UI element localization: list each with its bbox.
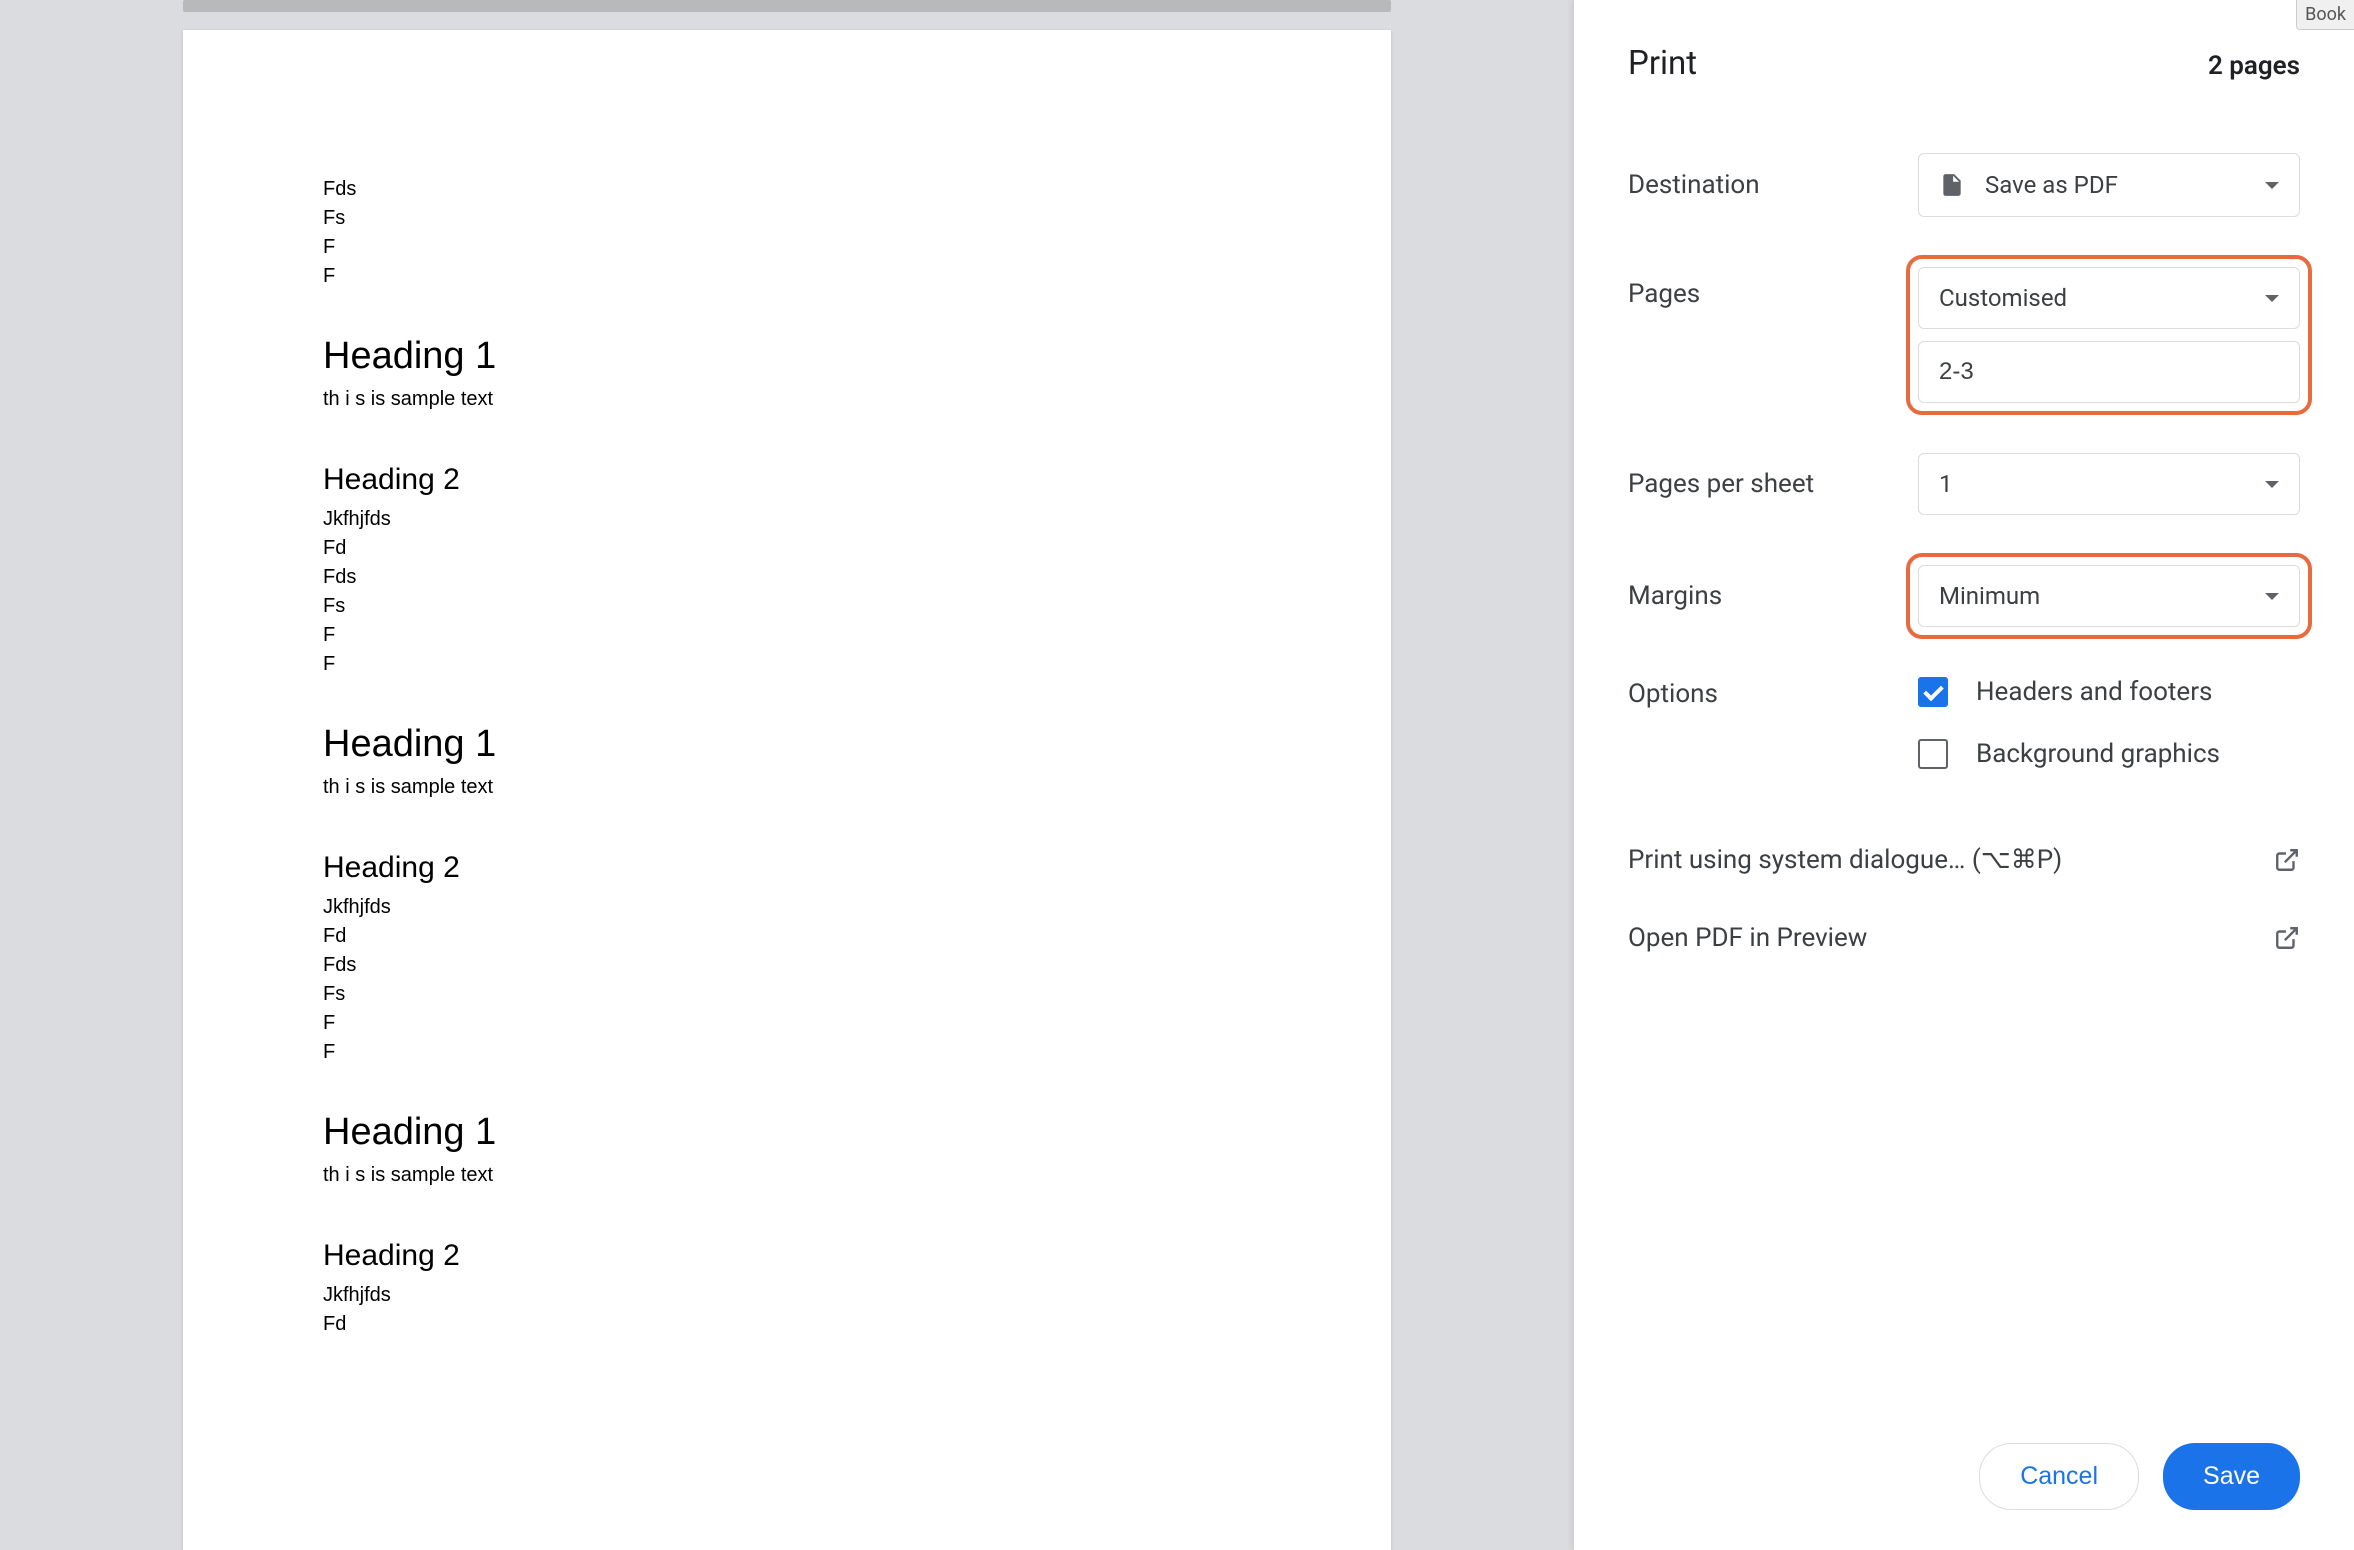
preview-body-line: Fs: [323, 980, 1251, 1009]
preview-body-line: Fds: [323, 563, 1251, 592]
cancel-button[interactable]: Cancel: [1979, 1443, 2139, 1510]
pages-highlight: Customised: [1906, 255, 2312, 415]
preview-body-line: Fd: [323, 534, 1251, 563]
system-dialogue-text: Print using system dialogue… (⌥⌘P): [1628, 845, 2062, 875]
pages-mode-dropdown[interactable]: Customised: [1918, 267, 2300, 329]
system-dialogue-link[interactable]: Print using system dialogue… (⌥⌘P): [1628, 821, 2300, 899]
chevron-down-icon: [2265, 593, 2279, 600]
pages-mode-value: Customised: [1939, 284, 2067, 312]
preview-body-line: F: [323, 1009, 1251, 1038]
preview-body-line: F: [323, 650, 1251, 679]
margins-label: Margins: [1628, 581, 1918, 611]
preview-paragraph: th i s is sample text: [323, 1164, 1251, 1187]
page-count-label: 2 pages: [2208, 51, 2300, 81]
pages-per-sheet-label: Pages per sheet: [1628, 469, 1918, 499]
pages-per-sheet-value: 1: [1939, 470, 1953, 498]
preview-paragraph: th i s is sample text: [323, 388, 1251, 411]
previous-page-edge: [183, 0, 1391, 12]
open-pdf-preview-text: Open PDF in Preview: [1628, 923, 1867, 953]
open-pdf-preview-link[interactable]: Open PDF in Preview: [1628, 899, 2300, 977]
bookmark-tab[interactable]: Book: [2296, 0, 2354, 30]
pages-range-input[interactable]: [1918, 341, 2300, 403]
margins-value: Minimum: [1939, 582, 2040, 610]
preview-body-line: Fds: [323, 175, 1251, 204]
preview-body-line: F: [323, 621, 1251, 650]
destination-label: Destination: [1628, 170, 1918, 200]
print-preview-area[interactable]: FdsFsFFHeading 1th i s is sample textHea…: [0, 0, 1574, 1550]
headers-footers-checkbox[interactable]: [1918, 677, 1948, 707]
preview-body-line: F: [323, 233, 1251, 262]
pages-per-sheet-dropdown[interactable]: 1: [1918, 453, 2300, 515]
print-title: Print: [1628, 44, 1697, 83]
headers-footers-label: Headers and footers: [1976, 677, 2212, 707]
print-settings-sidebar: Book Print 2 pages Destination Save as P…: [1574, 0, 2354, 1550]
preview-paragraph: th i s is sample text: [323, 776, 1251, 799]
preview-heading-2: Heading 2: [323, 1239, 1251, 1273]
chevron-down-icon: [2265, 481, 2279, 488]
preview-heading-2: Heading 2: [323, 463, 1251, 497]
open-external-icon: [2274, 847, 2300, 873]
save-button[interactable]: Save: [2163, 1443, 2300, 1510]
preview-body-line: Fd: [323, 922, 1251, 951]
preview-body-line: Jkfhjfds: [323, 893, 1251, 922]
chevron-down-icon: [2265, 182, 2279, 189]
chevron-down-icon: [2265, 295, 2279, 302]
preview-body-line: Jkfhjfds: [323, 505, 1251, 534]
preview-body-line: F: [323, 262, 1251, 291]
file-icon: [1939, 170, 1965, 200]
options-label: Options: [1628, 677, 1918, 801]
destination-dropdown[interactable]: Save as PDF: [1918, 153, 2300, 217]
background-graphics-checkbox[interactable]: [1918, 739, 1948, 769]
background-graphics-label: Background graphics: [1976, 739, 2220, 769]
preview-heading-2: Heading 2: [323, 851, 1251, 885]
preview-body-line: F: [323, 1038, 1251, 1067]
destination-value: Save as PDF: [1985, 171, 2118, 199]
preview-heading-1: Heading 1: [323, 1111, 1251, 1154]
pages-label: Pages: [1628, 255, 1918, 309]
preview-body-line: Jkfhjfds: [323, 1281, 1251, 1310]
preview-page: FdsFsFFHeading 1th i s is sample textHea…: [183, 30, 1391, 1550]
preview-heading-1: Heading 1: [323, 335, 1251, 378]
margins-dropdown[interactable]: Minimum: [1918, 565, 2300, 627]
preview-body-line: Fs: [323, 204, 1251, 233]
open-external-icon: [2274, 925, 2300, 951]
preview-body-line: Fs: [323, 592, 1251, 621]
margins-highlight: Minimum: [1906, 553, 2312, 639]
preview-body-line: Fds: [323, 951, 1251, 980]
preview-heading-1: Heading 1: [323, 723, 1251, 766]
preview-body-line: Fd: [323, 1310, 1251, 1339]
